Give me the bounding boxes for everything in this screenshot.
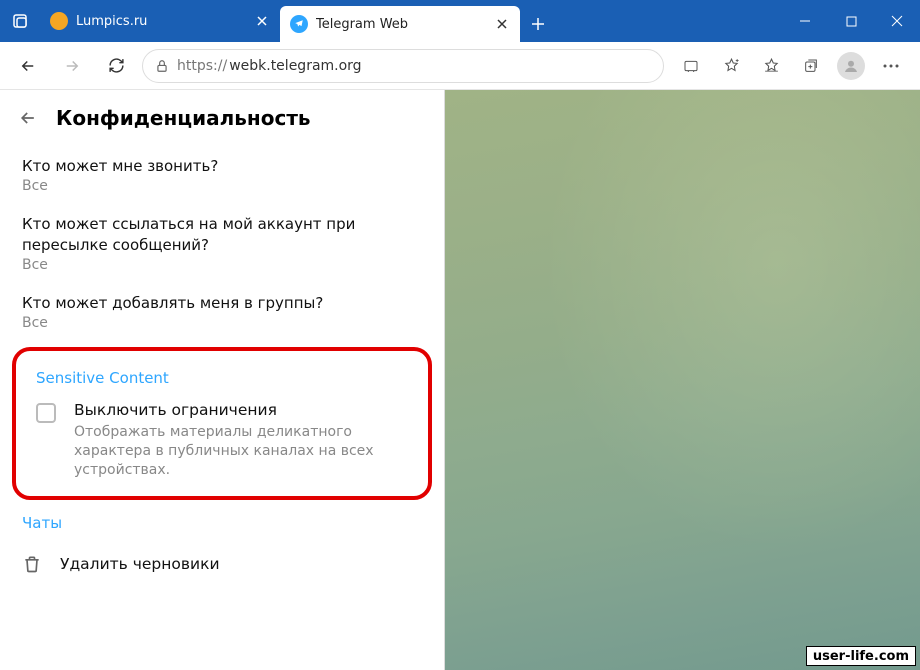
url-scheme: https:// <box>177 58 227 74</box>
url-input[interactable]: https://webk.telegram.org <box>142 49 664 83</box>
avatar-icon <box>837 52 865 80</box>
privacy-value: Все <box>22 315 422 331</box>
panel-header: Конфиденциальность <box>0 90 444 146</box>
privacy-question: Кто может ссылаться на мой аккаунт при п… <box>22 214 422 255</box>
favorites-star-button[interactable] <box>712 48 750 84</box>
settings-panel: Конфиденциальность Кто может мне звонить… <box>0 90 445 670</box>
forward-button[interactable] <box>54 48 90 84</box>
favorites-bar-button[interactable] <box>752 48 790 84</box>
toggle-label: Выключить ограничения <box>74 401 408 419</box>
sensitive-toggle-row[interactable]: Выключить ограничения Отображать материа… <box>26 395 418 480</box>
privacy-value: Все <box>22 178 422 194</box>
close-tab-button[interactable] <box>494 16 510 32</box>
collections-button[interactable] <box>792 48 830 84</box>
trash-icon <box>22 554 42 574</box>
title-bar: Lumpics.ru Telegram Web <box>0 0 920 42</box>
close-tab-button[interactable] <box>254 13 270 29</box>
tab-label: Lumpics.ru <box>76 14 246 29</box>
chat-background <box>445 90 920 670</box>
maximize-button[interactable] <box>828 0 874 42</box>
watermark: user-life.com <box>806 646 916 666</box>
close-window-button[interactable] <box>874 0 920 42</box>
privacy-item-groups[interactable]: Кто может добавлять меня в группы? Все <box>0 283 444 341</box>
content: Конфиденциальность Кто может мне звонить… <box>0 90 920 670</box>
favicon-telegram <box>290 15 308 33</box>
favicon-lumpics <box>50 12 68 30</box>
checkbox[interactable] <box>36 403 56 423</box>
panel-back-button[interactable] <box>18 108 38 128</box>
window-controls <box>782 0 920 42</box>
tab-lumpics[interactable]: Lumpics.ru <box>40 0 280 42</box>
refresh-button[interactable] <box>98 48 134 84</box>
profile-button[interactable] <box>832 48 870 84</box>
toggle-desc: Отображать материалы деликатного характе… <box>74 423 408 480</box>
privacy-question: Кто может добавлять меня в группы? <box>22 293 422 313</box>
delete-drafts-label: Удалить черновики <box>60 555 220 573</box>
panel-title: Конфиденциальность <box>56 106 311 130</box>
lock-icon <box>155 59 169 73</box>
address-bar: https://webk.telegram.org <box>0 42 920 90</box>
highlight-box: Sensitive Content Выключить ограничения … <box>12 347 432 500</box>
privacy-question: Кто может мне звонить? <box>22 156 422 176</box>
url-host: webk.telegram.org <box>229 58 361 74</box>
section-sensitive-title: Sensitive Content <box>26 361 418 395</box>
more-button[interactable] <box>872 48 910 84</box>
new-tab-button[interactable] <box>520 6 556 42</box>
tab-label: Telegram Web <box>316 17 486 32</box>
minimize-button[interactable] <box>782 0 828 42</box>
privacy-item-calls[interactable]: Кто может мне звонить? Все <box>0 146 444 204</box>
privacy-item-forward[interactable]: Кто может ссылаться на мой аккаунт при п… <box>0 204 444 283</box>
tab-telegram[interactable]: Telegram Web <box>280 6 520 42</box>
back-button[interactable] <box>10 48 46 84</box>
extensions-button[interactable] <box>672 48 710 84</box>
delete-drafts-row[interactable]: Удалить черновики <box>0 540 444 588</box>
tab-overview-button[interactable] <box>0 0 40 42</box>
privacy-value: Все <box>22 257 422 273</box>
section-chats-title: Чаты <box>0 506 444 540</box>
